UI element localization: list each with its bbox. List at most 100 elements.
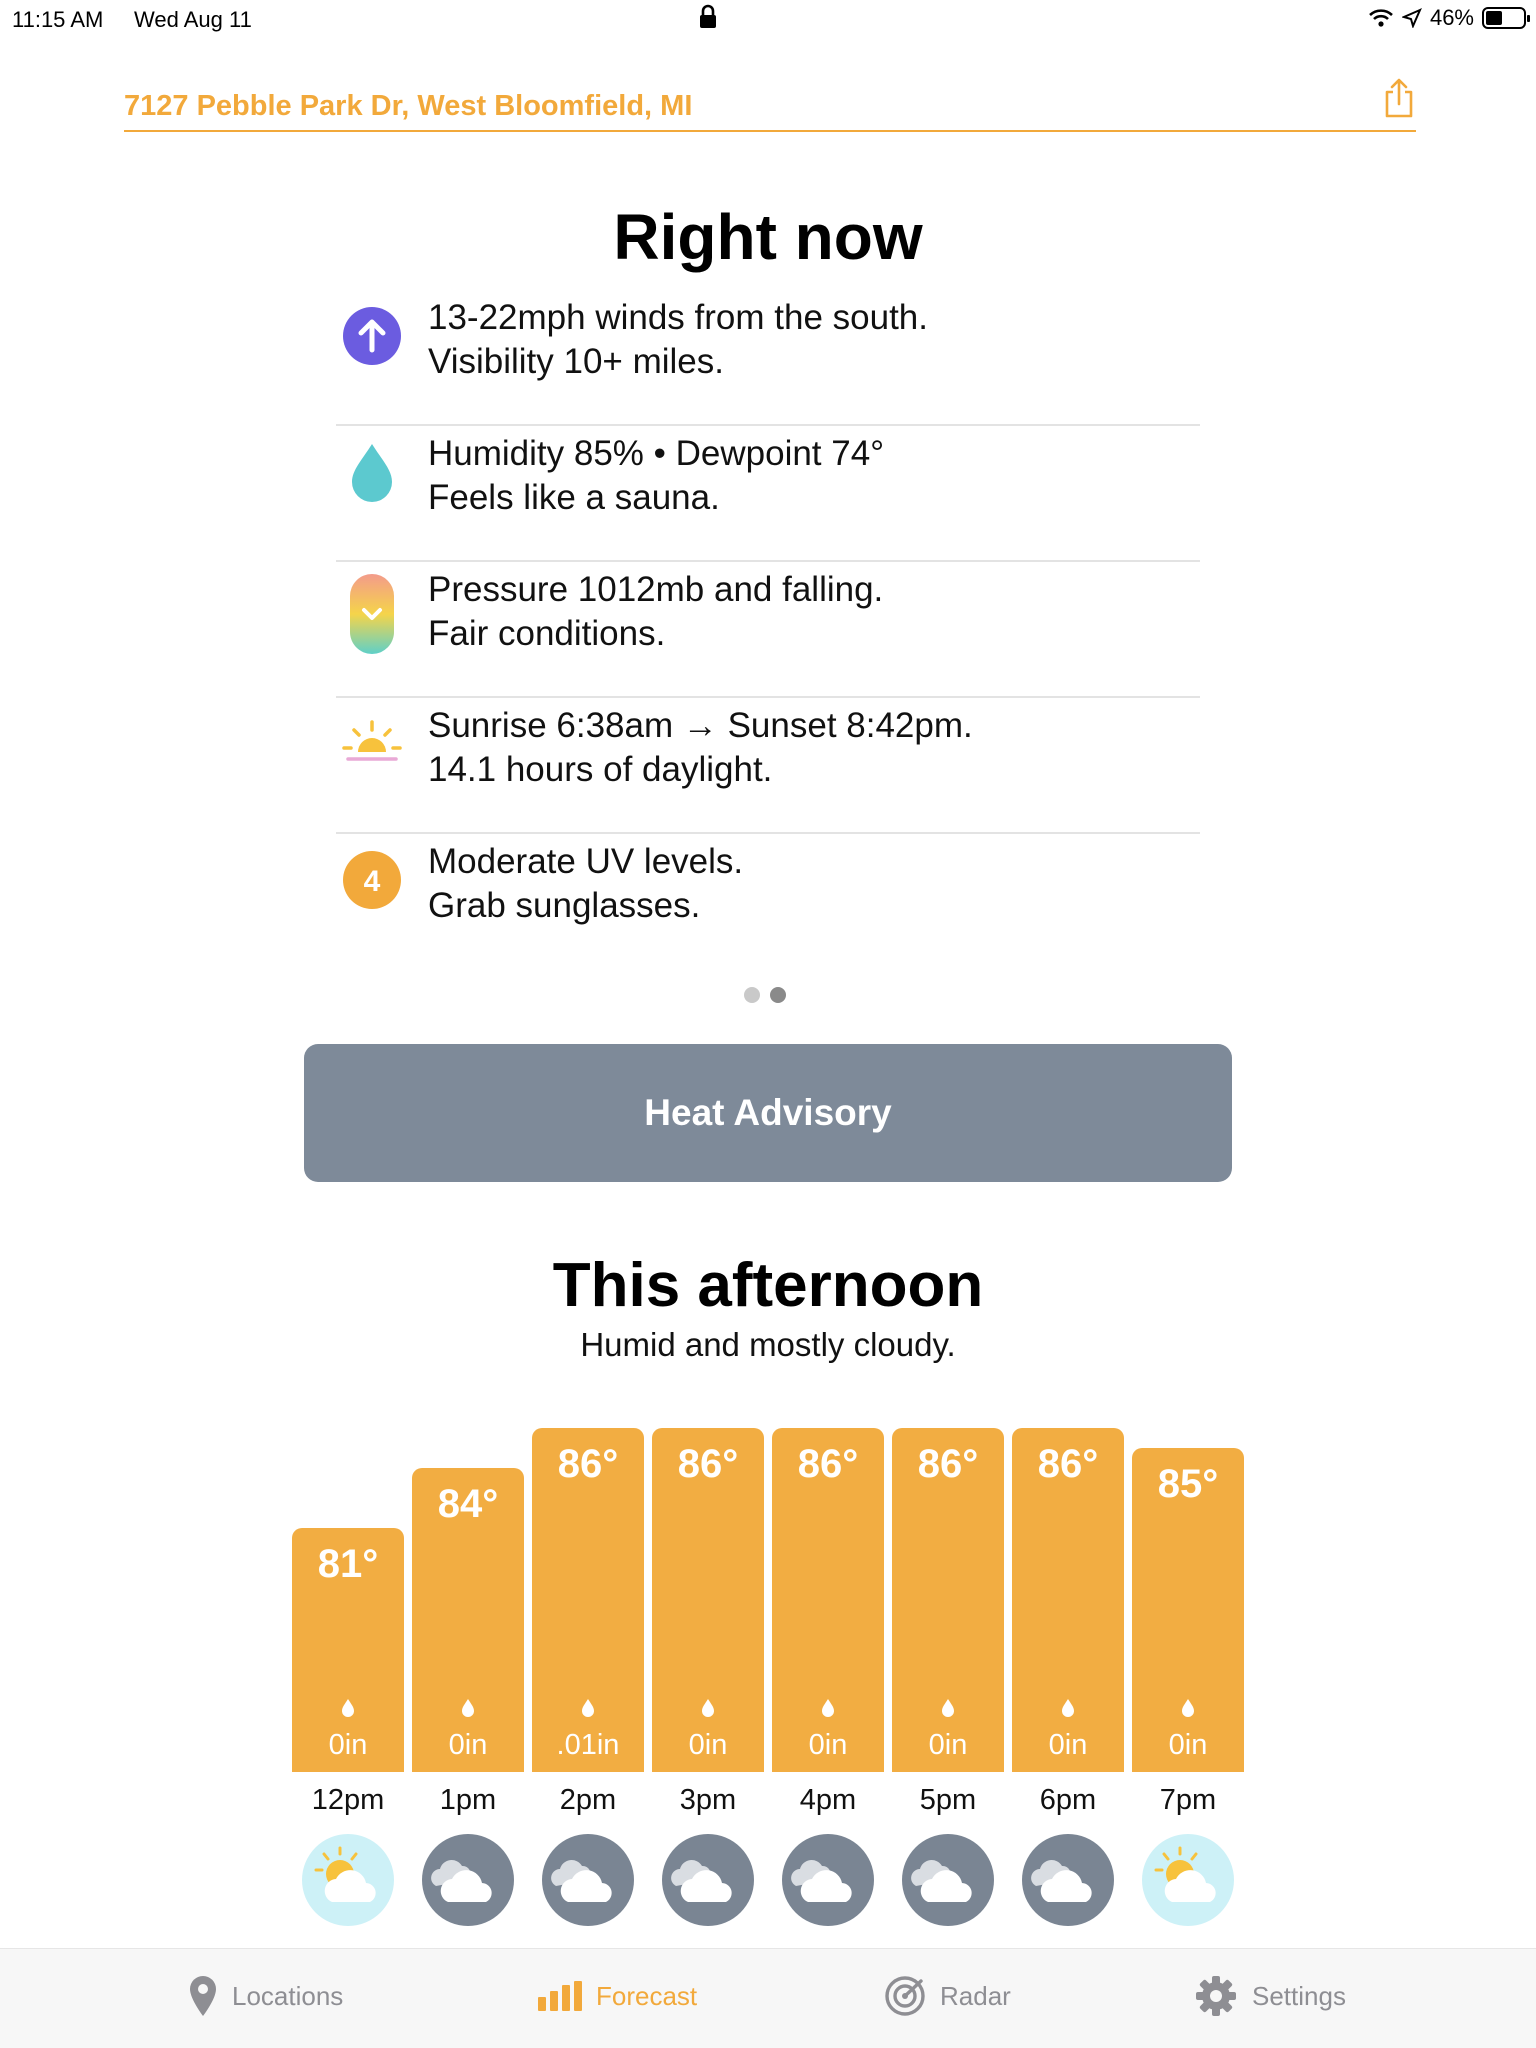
battery-icon [1482,7,1530,29]
address-text[interactable]: 7127 Pebble Park Dr, West Bloomfield, MI [124,90,692,123]
battery-percent: 46% [1429,5,1474,30]
tab-radar-label: Radar [940,1980,1011,2011]
uv-line-2: Grab sunglasses. [428,886,701,925]
hour-precipitation: 0in [1168,1729,1208,1761]
location-pin-icon [190,1976,216,2016]
forecast-screen: 11:15 AM Wed Aug 11 46% 7127 Pebble Park… [0,0,1536,2048]
heat-advisory-button[interactable]: Heat Advisory [304,1044,1232,1182]
humidity-line-1: Humidity 85% • Dewpoint 74° [428,434,885,473]
sun-row: Sunrise 6:38am → Sunset 8:42pm. 14.1 hou… [336,698,1200,834]
share-icon[interactable] [1382,74,1416,120]
raindrop-icon [702,1699,714,1717]
raindrop-icon [342,1699,354,1717]
hour-time: 3pm [679,1784,737,1816]
status-bar: 11:15 AM Wed Aug 11 46% [0,0,1536,40]
temperature-bar: 81° 0in [292,1528,404,1772]
uv-line-1: Moderate UV levels. [428,842,744,881]
hour-column[interactable]: 86° .01in 2pm [532,1420,644,1926]
radar-icon [885,1976,925,2016]
cloudy-icon [782,1834,874,1926]
temperature-bar: 86° 0in [772,1428,884,1772]
pressure-line-1: Pressure 1012mb and falling. [428,570,884,609]
hour-temperature: 84° [437,1482,499,1526]
hour-column[interactable]: 86° 0in 3pm [652,1420,764,1926]
sun-line-1: Sunrise 6:38am → Sunset 8:42pm. [428,706,973,745]
humidity-drop-icon [352,444,392,502]
tab-radar[interactable]: Radar [884,1971,1011,2021]
hour-column[interactable]: 86° 0in 5pm [892,1420,1004,1926]
humidity-text: Humidity 85% • Dewpoint 74° Feels like a… [428,432,884,520]
page-dot-1[interactable] [744,987,760,1003]
sunrise-icon [342,720,402,761]
right-now-list[interactable]: 13-22mph winds from the south. Visibilit… [336,290,1200,970]
hour-column[interactable]: 84° 0in 1pm [412,1420,524,1926]
raindrop-icon [1062,1699,1074,1717]
temperature-bar: 84° 0in [412,1468,524,1772]
humidity-row: Humidity 85% • Dewpoint 74° Feels like a… [336,426,1200,562]
hour-time: 1pm [439,1784,497,1816]
hour-precipitation: 0in [688,1729,728,1761]
hour-precipitation: .01in [556,1729,620,1761]
raindrop-icon [1182,1699,1194,1717]
hour-precipitation: 0in [1048,1729,1088,1761]
tab-settings[interactable]: Settings [1194,1971,1346,2021]
right-now-title: Right now [613,201,923,273]
pressure-line-2: Fair conditions. [428,614,666,653]
status-right: 46% [1368,5,1530,31]
hour-column[interactable]: 85° 0in 7pm [1132,1420,1244,1926]
tab-bar: Locations Forecast Radar Settings [0,1948,1536,2048]
tab-locations[interactable]: Locations [188,1971,343,2021]
address-field[interactable]: 7127 Pebble Park Dr, West Bloomfield, MI [124,78,1416,132]
status-time: 11:15 AM [12,7,104,32]
hour-time: 6pm [1039,1784,1097,1816]
hour-time: 5pm [919,1784,977,1816]
temperature-bar: 85° 0in [1132,1448,1244,1772]
hour-column[interactable]: 86° 0in 6pm [1012,1420,1124,1926]
temperature-bar: 86° 0in [892,1428,1004,1772]
uv-row: 4 Moderate UV levels. Grab sunglasses. [336,834,1200,970]
lock-icon [700,4,716,28]
partly-sunny-icon [302,1834,394,1926]
wind-arrow-icon [343,307,401,365]
hour-column[interactable]: 86° 0in 4pm [772,1420,884,1926]
page-indicator[interactable] [744,987,786,1003]
hour-temperature: 86° [797,1442,859,1486]
hour-temperature: 86° [677,1442,739,1486]
hour-precipitation: 0in [928,1729,968,1761]
cloudy-icon [662,1834,754,1926]
hour-precipitation: 0in [808,1729,848,1761]
location-arrow-icon [1401,8,1422,28]
raindrop-icon [822,1699,834,1717]
tab-settings-label: Settings [1252,1980,1346,2011]
hourly-forecast[interactable]: 81° 0in 12pm 84° 0in 1pm 86° .01in 2pm 86° 0in 3pm 8… [292,1420,1244,1926]
hour-temperature: 86° [917,1442,979,1486]
page-dot-2[interactable] [770,987,786,1003]
cloudy-icon [902,1834,994,1926]
tab-forecast-label: Forecast [596,1980,698,2011]
gear-icon [1196,1976,1236,2016]
afternoon-subtitle: Humid and mostly cloudy. [580,1326,956,1363]
uv-value: 4 [364,865,381,898]
partly-sunny-icon [1142,1834,1234,1926]
hour-time: 7pm [1159,1784,1217,1816]
pressure-row: Pressure 1012mb and falling. Fair condit… [336,562,1200,698]
hour-time: 2pm [559,1784,617,1816]
temperature-bar: 86° .01in [532,1428,644,1772]
pressure-falling-icon [350,574,394,654]
cloudy-icon [542,1834,634,1926]
tab-forecast[interactable]: Forecast [538,1971,697,2021]
hour-temperature: 86° [1037,1442,1099,1486]
sun-line-2: 14.1 hours of daylight. [428,750,773,789]
afternoon-title: This afternoon [552,1251,984,1320]
hour-time: 4pm [799,1784,857,1816]
wind-line-1: 13-22mph winds from the south. [428,298,928,337]
hour-column[interactable]: 81° 0in 12pm [292,1420,404,1926]
raindrop-icon [942,1699,954,1717]
bar-chart-icon [538,1981,582,2011]
pressure-text: Pressure 1012mb and falling. Fair condit… [428,568,883,656]
hour-temperature: 85° [1157,1462,1219,1506]
cloudy-icon [422,1834,514,1926]
humidity-line-2: Feels like a sauna. [428,478,720,517]
hour-time: 12pm [311,1784,385,1816]
uv-index-icon: 4 [343,851,401,909]
